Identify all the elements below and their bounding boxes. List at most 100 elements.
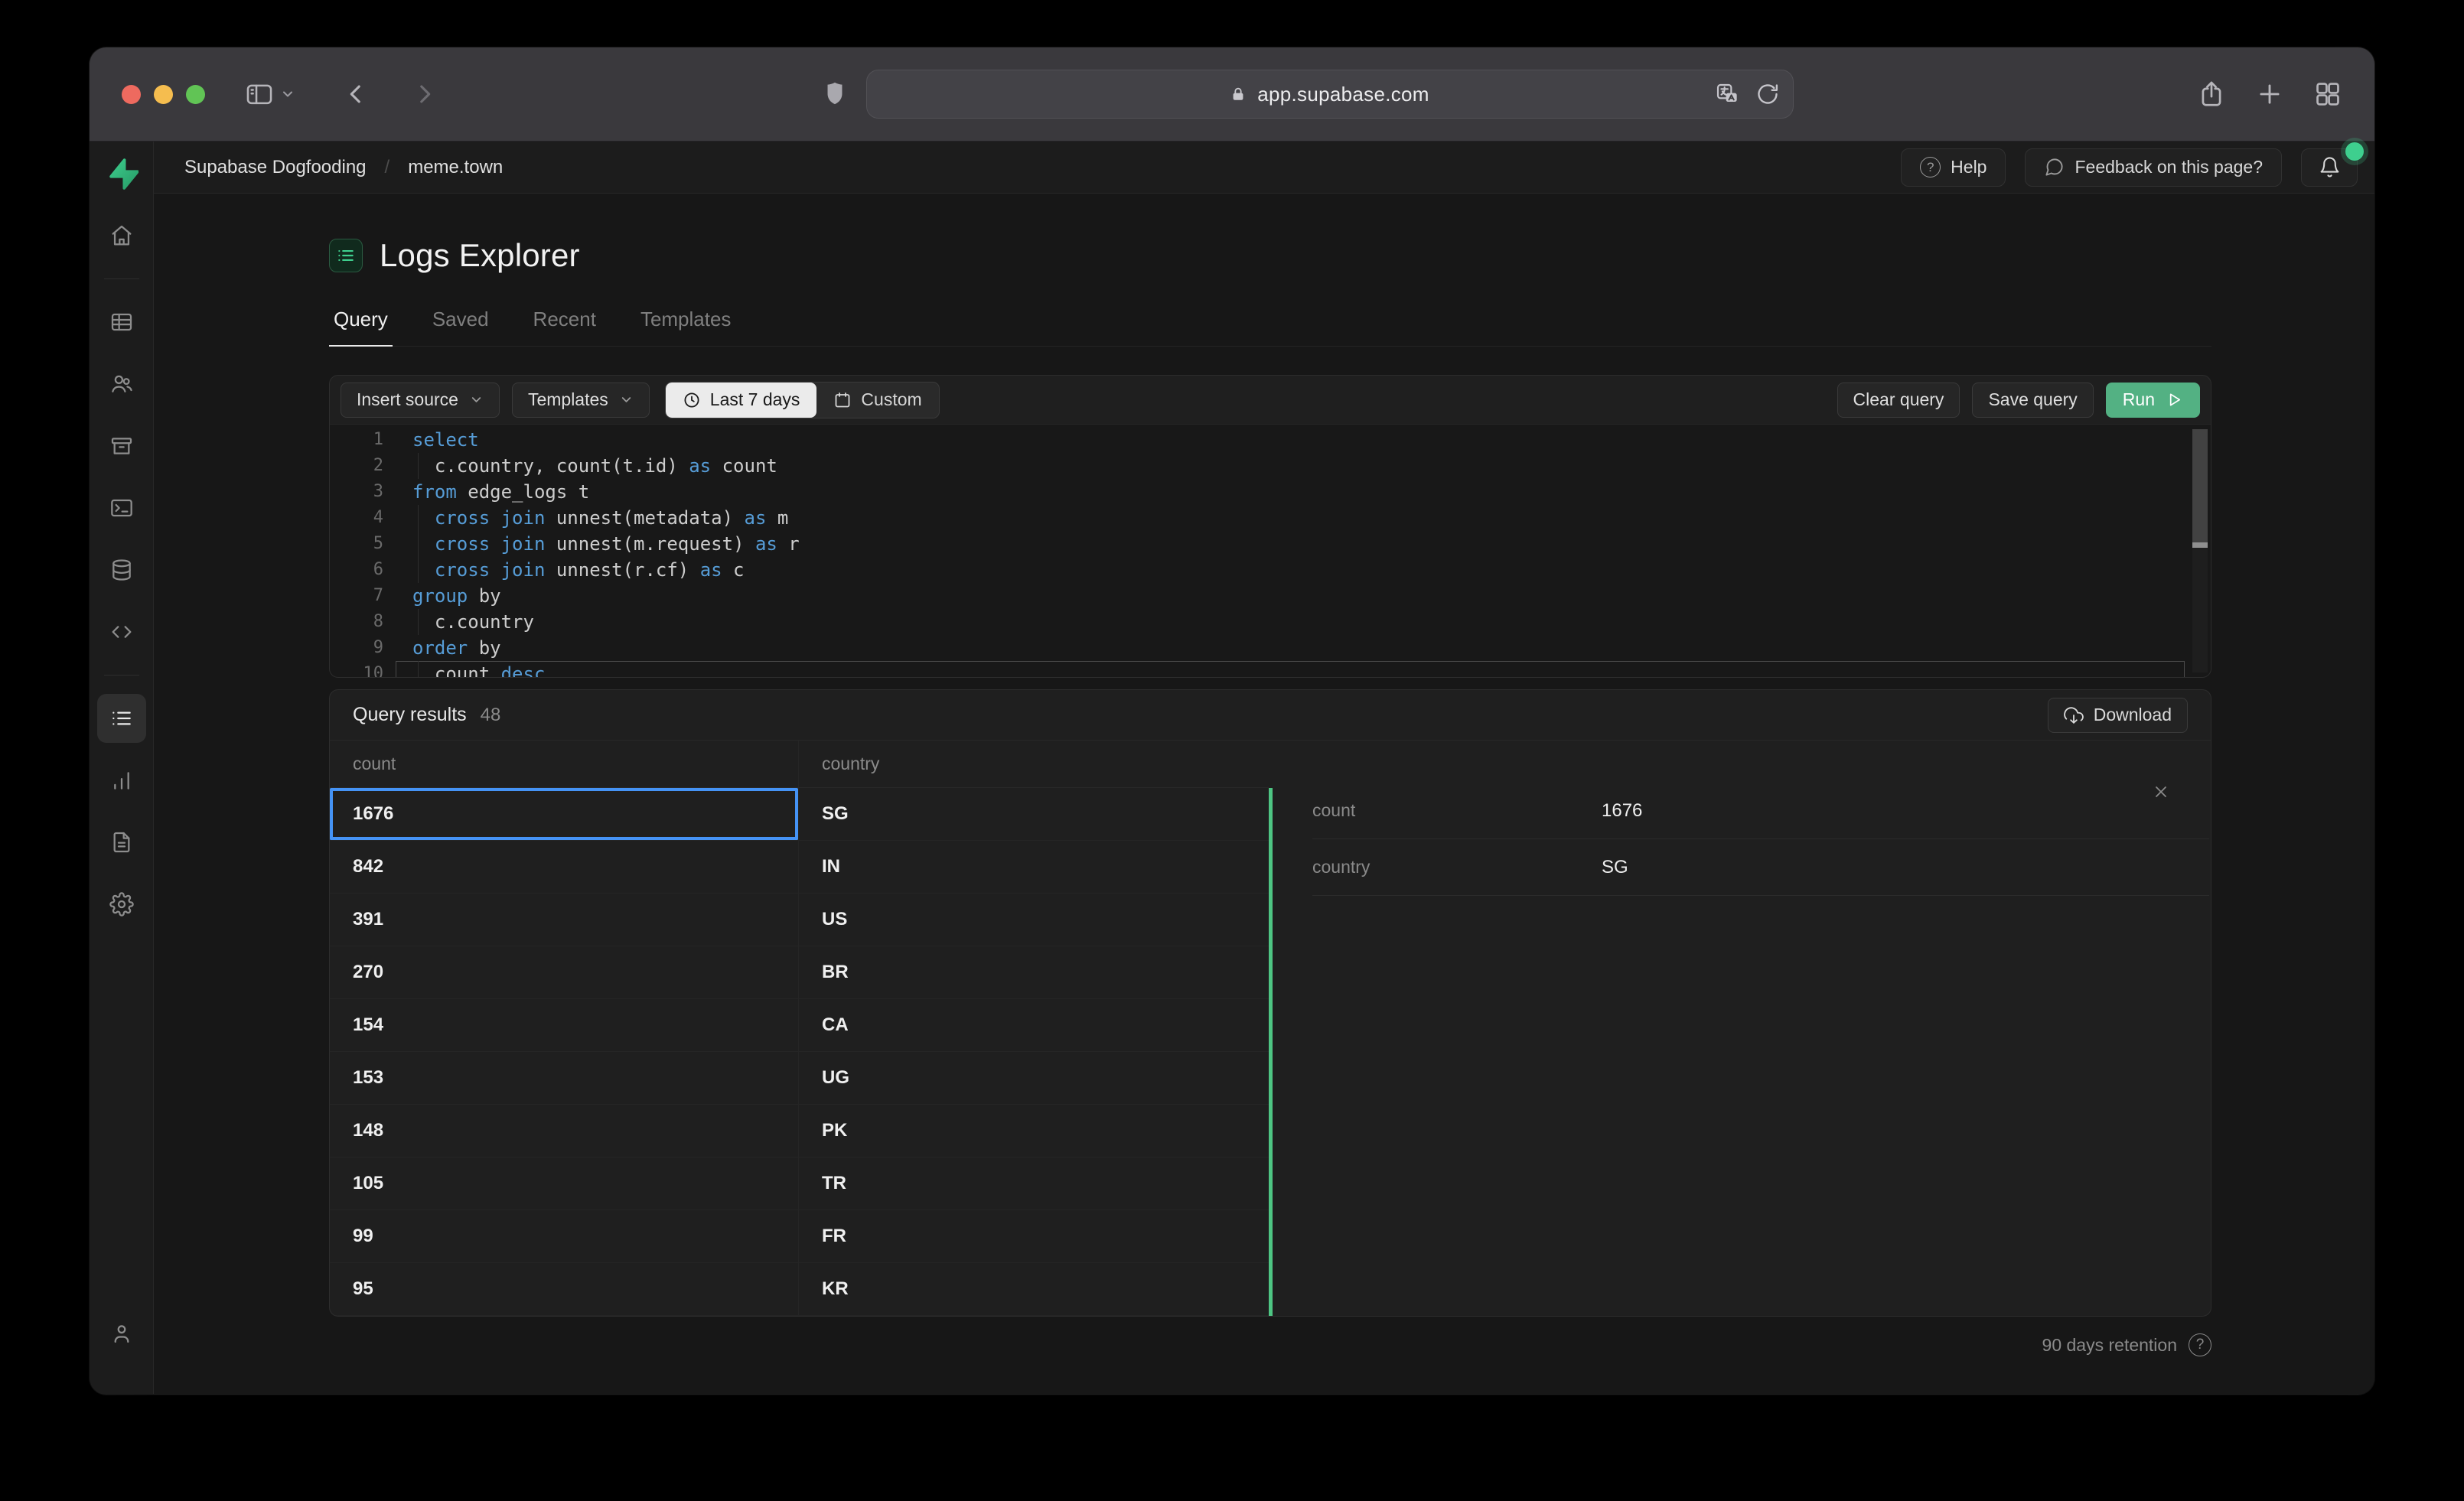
cell-count[interactable]: 270 [330,946,798,999]
cell-country[interactable]: UG [798,1052,1269,1105]
cell-country[interactable]: KR [798,1263,1269,1316]
cell-country[interactable]: TR [798,1157,1269,1210]
sql-editor[interactable]: 1 select 2 c.country, count(t.id) as count… [330,425,2211,677]
sidebar-item-storage[interactable] [97,422,146,470]
question-circle-icon[interactable]: ? [2189,1333,2211,1356]
run-query-button[interactable]: Run [2105,382,2200,418]
clear-query-button[interactable]: Clear query [1837,382,1960,418]
tab-query[interactable]: Query [329,300,393,347]
cell-count[interactable]: 154 [330,999,798,1052]
cell-country[interactable]: CA [798,999,1269,1052]
tab-recent[interactable]: Recent [529,300,601,347]
sidebar-item-api[interactable] [97,607,146,656]
cell-country[interactable]: IN [798,841,1269,894]
sidebar-item-docs[interactable] [97,818,146,867]
query-panel: Insert source Templates Last 7 days Cust… [329,375,2211,678]
sidebar-menu-chevron-icon[interactable] [280,86,295,102]
range-custom-button[interactable]: Custom [816,383,938,418]
clock-icon [683,391,701,409]
sidebar-divider [103,278,139,279]
results-table: count country 1676 SG 842 IN 391 US 270 BR 154 CA 1… [330,741,1269,1316]
cell-country[interactable]: BR [798,946,1269,999]
column-header-country[interactable]: country [798,741,1269,788]
download-cloud-icon [2063,705,2084,725]
logs-explorer-icon [329,239,363,272]
range-last-7-days-button[interactable]: Last 7 days [665,382,817,418]
code-line: 4 cross join unnest(metadata) as m [330,505,2211,531]
cell-count[interactable]: 153 [330,1052,798,1105]
sidebar-item-settings[interactable] [97,880,146,929]
breadcrumb-project[interactable]: meme.town [408,157,503,178]
code-line: 9 order by [330,635,2211,661]
column-header-count[interactable]: count [330,741,798,788]
detail-row: country SG [1312,839,2209,896]
privacy-shield-icon[interactable] [823,81,846,107]
close-detail-button[interactable] [2148,779,2174,805]
cell-count[interactable]: 842 [330,841,798,894]
line-number: 5 [373,534,383,553]
save-query-button[interactable]: Save query [1972,382,2094,418]
download-button[interactable]: Download [2047,697,2188,733]
code-text: count desc [396,661,2185,677]
feedback-button[interactable]: Feedback on this page? [2025,148,2282,187]
code-text: order by [412,637,501,659]
templates-dropdown[interactable]: Templates [511,382,650,418]
cell-country[interactable]: PK [798,1105,1269,1157]
cell-country[interactable]: FR [798,1210,1269,1263]
code-line: 2 c.country, count(t.id) as count [330,453,2211,479]
cell-count[interactable]: 148 [330,1105,798,1157]
tab-templates[interactable]: Templates [636,300,736,347]
window-controls [122,84,205,104]
url-text: app.supabase.com [1257,82,1429,106]
translate-icon[interactable] [1715,82,1739,106]
sidebar-toggle-icon[interactable] [245,80,274,109]
cell-count[interactable]: 105 [330,1157,798,1210]
code-text: c.country, count(t.id) as count [396,453,2185,479]
chat-bubble-icon [2044,157,2065,177]
query-toolbar: Insert source Templates Last 7 days Cust… [330,376,2211,425]
line-number: 10 [363,664,384,677]
window-close-button[interactable] [122,84,141,104]
sidebar-item-account[interactable] [97,1309,146,1358]
app-header: Supabase Dogfooding / meme.town ? Help F… [154,142,2374,194]
new-tab-icon[interactable] [2255,80,2284,109]
cell-count[interactable]: 95 [330,1263,798,1316]
sidebar-divider [103,675,139,676]
breadcrumb-separator: / [384,156,390,177]
code-line: 3 from edge_logs t [330,479,2211,505]
sidebar-item-table-editor[interactable] [97,298,146,347]
supabase-logo-icon[interactable] [105,157,139,190]
browser-toolbar: app.supabase.com [90,47,2374,142]
window-zoom-button[interactable] [186,84,205,104]
lock-icon [1230,86,1247,103]
table-header-row: count country [330,741,1269,788]
editor-scrollbar[interactable] [2192,429,2208,672]
insert-source-dropdown[interactable]: Insert source [341,382,500,418]
sidebar-item-auth[interactable] [97,360,146,409]
page-title: Logs Explorer [380,237,580,273]
cell-count[interactable]: 99 [330,1210,798,1263]
sidebar-item-logs[interactable] [96,694,146,743]
sidebar-item-sql-editor[interactable] [97,484,146,532]
cell-count[interactable]: 391 [330,894,798,946]
url-bar[interactable]: app.supabase.com [865,70,1794,119]
sidebar-item-home[interactable] [97,211,146,260]
window-minimize-button[interactable] [154,84,173,104]
tab-saved[interactable]: Saved [428,300,494,347]
cell-count[interactable]: 1676 [330,788,798,841]
cell-country[interactable]: US [798,894,1269,946]
notifications-button[interactable] [2301,142,2364,187]
sidebar-item-reports[interactable] [97,756,146,805]
sidebar-item-database[interactable] [97,545,146,594]
forward-button-icon[interactable] [412,81,438,107]
back-button-icon[interactable] [343,81,369,107]
app-frame: Supabase Dogfooding / meme.town ? Help F… [90,142,2374,1394]
reload-icon[interactable] [1756,83,1779,106]
breadcrumb-org[interactable]: Supabase Dogfooding [184,157,367,178]
share-icon[interactable] [2197,80,2226,109]
tab-overview-icon[interactable] [2313,80,2342,109]
detail-value: 1676 [1602,799,1643,821]
help-button[interactable]: ? Help [1901,148,2006,187]
scrollbar-thumb[interactable] [2192,429,2208,542]
cell-country[interactable]: SG [798,788,1269,841]
